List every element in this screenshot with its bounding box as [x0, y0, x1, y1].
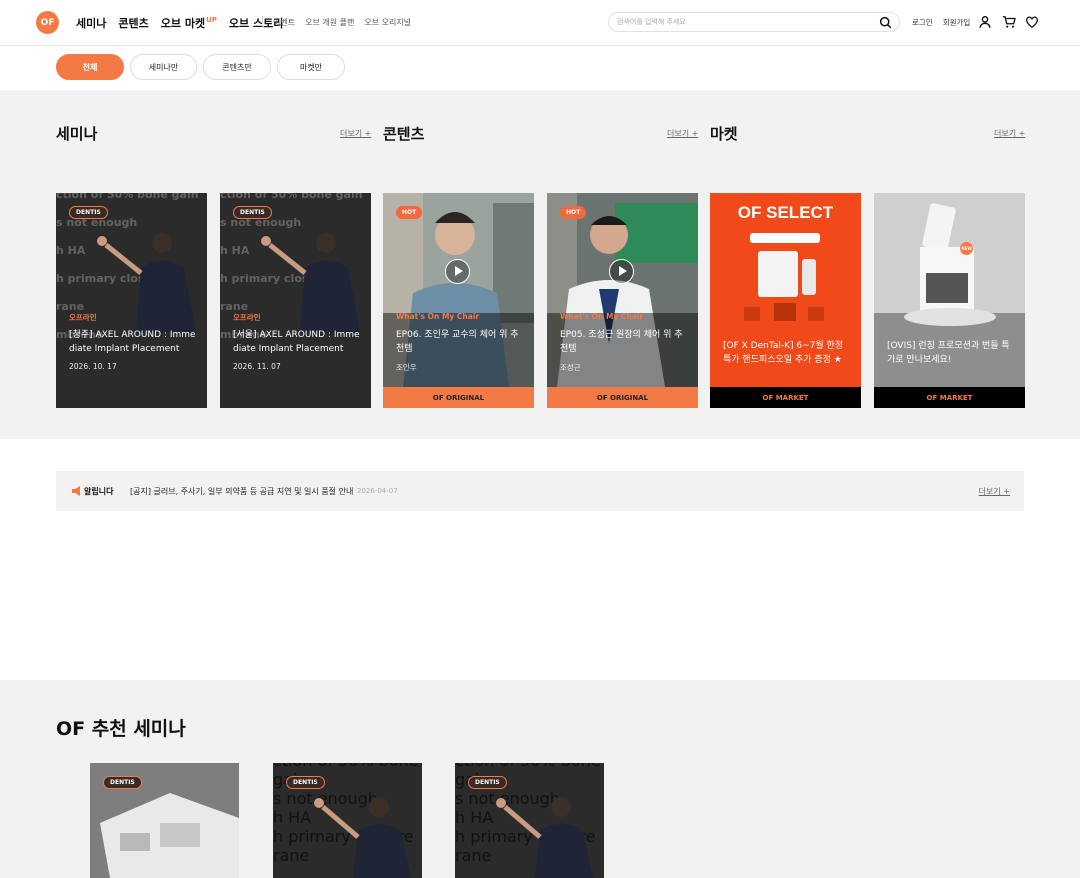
- recommended-card[interactable]: ction of 50% bone gains not enoughh HAh …: [273, 763, 422, 878]
- recommended-title: OF 추천 세미나: [56, 718, 186, 740]
- card-category: What's On My Chair: [396, 312, 480, 321]
- user-icon[interactable]: [978, 15, 992, 29]
- doctor-photo: [547, 193, 698, 387]
- card-headline: OF SELECT: [737, 203, 834, 222]
- card-title: [OF X DenTal-K] 6~7월 한정 특가 핸드피스오일 추가 증정 …: [723, 341, 844, 365]
- site-header: OF 세미나 콘텐츠 오브 마켓UP 오브 스토리 이벤트 오브 개원 플랜 오…: [0, 0, 1080, 46]
- hot-badge: HOT: [560, 206, 587, 219]
- card-footer: OF MARKET: [874, 387, 1025, 408]
- lecturer-figure: [97, 233, 196, 333]
- market-card[interactable]: OF SELECT [OF X DenTal-K] 6~7월 한정 특가 핸드피…: [710, 193, 861, 408]
- nav-open-plan[interactable]: 오브 개원 플랜: [305, 17, 354, 28]
- filter-tabs: 전체 세미나만 콘텐츠만 마켓만: [56, 54, 345, 80]
- card-category: What's On My Chair: [560, 312, 644, 321]
- recommended-card[interactable]: ction of 50% bone gains not enoughh HAh …: [455, 763, 604, 878]
- search-input[interactable]: [617, 16, 867, 28]
- dentis-badge: DENTIS: [286, 776, 325, 789]
- card-date: 2026. 11. 07: [233, 362, 281, 371]
- card-title: [청주] AXEL AROUND : Imme diate Implant Pl…: [69, 330, 196, 354]
- search-box: [608, 12, 900, 32]
- sub-nav: 이벤트 오브 개원 플랜 오브 오리지널: [273, 17, 411, 28]
- content-card[interactable]: HOT What's On My Chair EP05. 조성근 원장의 체어 …: [547, 193, 698, 408]
- content-card[interactable]: HOT What's On My Chair EP06. 조인우 교수의 체어 …: [383, 193, 534, 408]
- tab-seminar-only[interactable]: 세미나만: [130, 54, 197, 80]
- card-footer: OF MARKET: [710, 387, 861, 408]
- card-date: 2026. 10. 17: [69, 362, 117, 371]
- nav-content[interactable]: 콘텐츠: [118, 15, 148, 31]
- card-author: 조인우: [396, 363, 417, 372]
- nav-market[interactable]: 오브 마켓UP: [161, 15, 217, 31]
- lecturer-figure: [314, 797, 411, 878]
- hot-badge: HOT: [396, 206, 423, 219]
- dentis-badge: DENTIS: [233, 206, 272, 219]
- heart-icon[interactable]: [1025, 15, 1039, 29]
- recommended-card[interactable]: DENTIS: [90, 763, 239, 878]
- card-category: 오프라인: [69, 313, 97, 322]
- notice-bar: 알립니다 [공지] 글러브, 주사기, 일부 의약품 등 공급 지연 및 일시 …: [56, 471, 1024, 511]
- market-more-link[interactable]: 더보기 +: [994, 128, 1025, 139]
- tab-all[interactable]: 전체: [56, 54, 124, 80]
- notice-text[interactable]: [공지] 글러브, 주사기, 일부 의약품 등 공급 지연 및 일시 품절 안내: [130, 486, 353, 497]
- content-more-link[interactable]: 더보기 +: [667, 128, 698, 139]
- login-link[interactable]: 로그인: [912, 17, 933, 28]
- product-image: [744, 233, 824, 321]
- notice-more-link[interactable]: 더보기 +: [979, 486, 1010, 497]
- cart-icon[interactable]: [1002, 15, 1016, 29]
- signup-link[interactable]: 회원가입: [943, 17, 971, 28]
- card-footer: OF ORIGINAL: [383, 387, 534, 408]
- tab-market-only[interactable]: 마켓만: [277, 54, 345, 80]
- auth-links: 로그인 회원가입: [912, 17, 970, 28]
- seminar-card[interactable]: ction of 50% bone gain s not enough h HA h …: [56, 193, 207, 408]
- notice-label: 알립니다: [84, 487, 114, 496]
- play-icon[interactable]: [445, 259, 470, 284]
- card-title: [서울] AXEL AROUND : Imme diate Implant Pl…: [233, 330, 360, 354]
- seminar-section-title: 세미나: [56, 125, 98, 143]
- lecturer-figure: [496, 797, 593, 878]
- play-icon[interactable]: [609, 259, 634, 284]
- nav-divider: [262, 16, 263, 27]
- nav-seminar[interactable]: 세미나: [76, 15, 106, 31]
- seminar-more-link[interactable]: 더보기 +: [340, 128, 371, 139]
- megaphone-icon: [72, 486, 80, 496]
- notice-date: 2026-04-07: [357, 487, 398, 495]
- lecturer-figure: [261, 233, 360, 333]
- market-section-title: 마켓: [710, 125, 738, 143]
- card-title: [OVIS] 런칭 프로모션과 번들 특가로 만나보세요!: [887, 341, 1010, 365]
- tab-content-only[interactable]: 콘텐츠만: [203, 54, 271, 80]
- dentis-badge: DENTIS: [103, 776, 142, 789]
- content-section-title: 콘텐츠: [383, 125, 425, 143]
- card-title: EP05. 조성근 원장의 체어 위 추천템: [560, 330, 683, 354]
- site-logo[interactable]: OF: [36, 11, 59, 34]
- card-author: 조성근: [560, 363, 581, 372]
- doctor-photo: [383, 193, 534, 387]
- nav-event[interactable]: 이벤트: [273, 17, 295, 28]
- market-card[interactable]: NEW [OVIS] 런칭 프로모션과 번들 특가로 만나보세요! OF MAR…: [874, 193, 1025, 408]
- card-category: 오프라인: [233, 313, 261, 322]
- card-title: EP06. 조인우 교수의 체어 위 추천템: [396, 330, 519, 354]
- dentis-badge: DENTIS: [468, 776, 507, 789]
- seminar-card[interactable]: ction of 50% bone gain s not enough h HA h …: [220, 193, 371, 408]
- nav-original[interactable]: 오브 오리지널: [364, 17, 411, 28]
- new-badge: NEW: [960, 242, 973, 255]
- main-nav: 세미나 콘텐츠 오브 마켓UP 오브 스토리: [76, 15, 283, 31]
- dentis-badge: DENTIS: [69, 206, 108, 219]
- search-icon[interactable]: [879, 16, 892, 29]
- up-badge: UP: [206, 16, 217, 24]
- nav-market-label: 오브 마켓: [160, 17, 206, 30]
- card-footer: OF ORIGINAL: [547, 387, 698, 408]
